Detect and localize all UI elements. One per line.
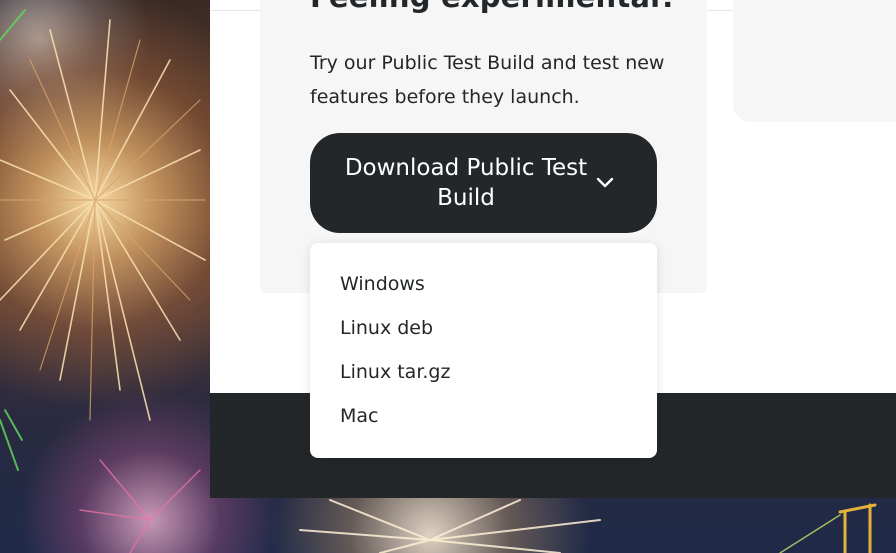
dropdown-item-windows[interactable]: Windows [340,269,425,299]
dropdown-item-mac[interactable]: Mac [340,401,378,431]
adjacent-card [733,0,896,122]
download-public-test-build-button[interactable]: Download Public Test Build [310,133,657,233]
download-platform-dropdown: Windows Linux deb Linux tar.gz Mac [310,243,657,458]
card-description: Try our Public Test Build and test new f… [310,52,665,108]
dropdown-item-linux-targz[interactable]: Linux tar.gz [340,357,450,387]
dropdown-item-linux-deb[interactable]: Linux deb [340,313,433,343]
download-button-label: Download Public Test Build [344,155,588,211]
card-heading: Feeling experimental? [310,0,677,14]
chevron-down-icon [596,177,614,188]
